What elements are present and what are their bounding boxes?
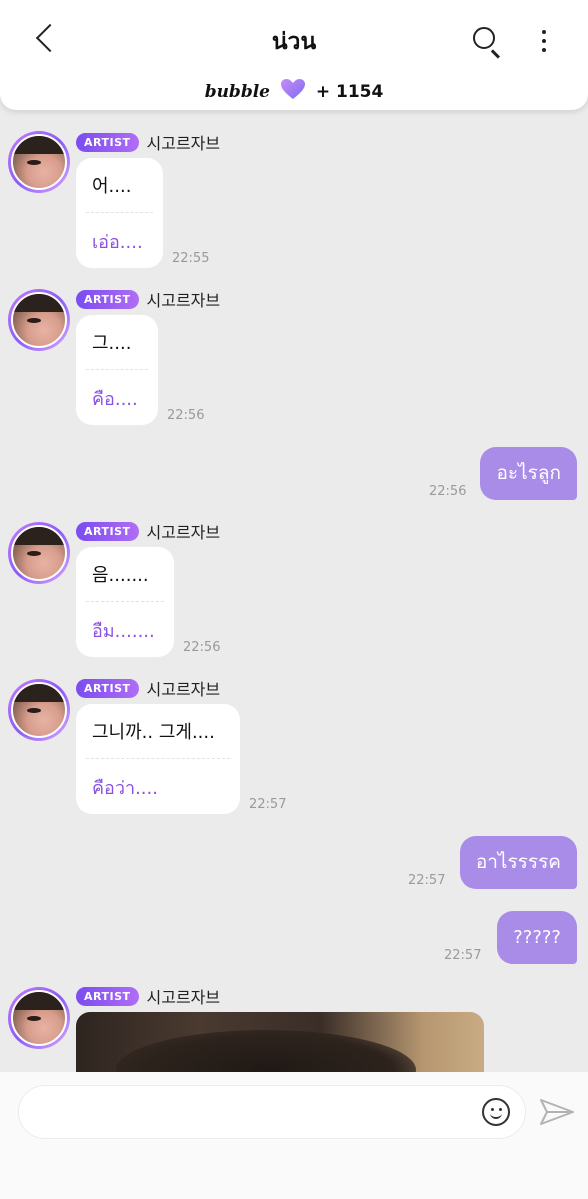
translation-text: คือ.... [92,389,138,410]
artist-header: ARTIST 시고르자브 [76,678,221,699]
artist-badge: ARTIST [76,132,139,152]
artist-name: 시고르자브 [146,988,221,1007]
timestamp: 22:56 [167,408,205,423]
search-icon[interactable] [470,24,504,59]
translation-text: เอ่อ.... [92,232,143,253]
artist-header: ARTIST 시고르자브 [76,132,221,153]
heart-icon [280,79,305,99]
message-bubble[interactable]: 어.... เอ่อ.... [76,158,163,268]
translation-text: คือว่า.... [92,778,158,799]
bubble-count: + 1154 [315,82,384,102]
artist-name: 시고르자브 [146,680,221,699]
artist-header: ARTIST 시고르자브 [76,986,221,1007]
my-message-bubble[interactable]: ????? [497,911,577,964]
artist-avatar[interactable] [8,679,70,741]
original-text: 그니까.. 그게.... [92,722,215,743]
message-input-bar [0,1072,588,1199]
message-bubble[interactable]: 그니까.. 그게.... คือว่า.... [76,704,240,814]
artist-header: ARTIST 시고르자브 [76,521,221,542]
artist-name: 시고르자브 [146,523,221,542]
translation-text: อืม....... [92,621,155,642]
message-input[interactable] [18,1085,526,1139]
artist-badge: ARTIST [76,986,139,1006]
original-text: 그.... [92,333,132,354]
artist-name: 시고르자브 [146,291,221,310]
artist-badge: ARTIST [76,678,139,698]
original-text: 음....... [92,565,149,586]
my-message-bubble[interactable]: อาไรรรรค [459,836,577,889]
send-icon[interactable] [538,1096,576,1128]
artist-badge: ARTIST [76,289,139,309]
artist-avatar[interactable] [8,289,70,351]
bubble-count-bar: bubble + 1154 [0,78,588,102]
artist-avatar[interactable] [8,131,70,193]
artist-badge: ARTIST [76,521,139,541]
timestamp: 22:55 [172,251,210,266]
message-bubble[interactable]: 그.... คือ.... [76,315,158,425]
original-text: 어.... [92,176,132,197]
timestamp: 22:57 [408,873,446,888]
artist-avatar[interactable] [8,987,70,1049]
timestamp: 22:56 [429,484,467,499]
artist-name: 시고르자브 [146,134,221,153]
timestamp: 22:56 [183,640,221,655]
timestamp: 22:57 [249,797,287,812]
artist-avatar[interactable] [8,522,70,584]
message-bubble[interactable]: 음....... อืม....... [76,547,174,657]
chat-header: น่วน bubble + 1154 [0,0,588,110]
my-message-bubble[interactable]: อะไรลูก [480,447,577,500]
bubble-logo: bubble [204,82,270,102]
emoji-icon[interactable] [482,1098,510,1126]
artist-header: ARTIST 시고르자브 [76,289,221,310]
timestamp: 22:57 [444,948,482,963]
more-icon[interactable] [532,24,556,58]
